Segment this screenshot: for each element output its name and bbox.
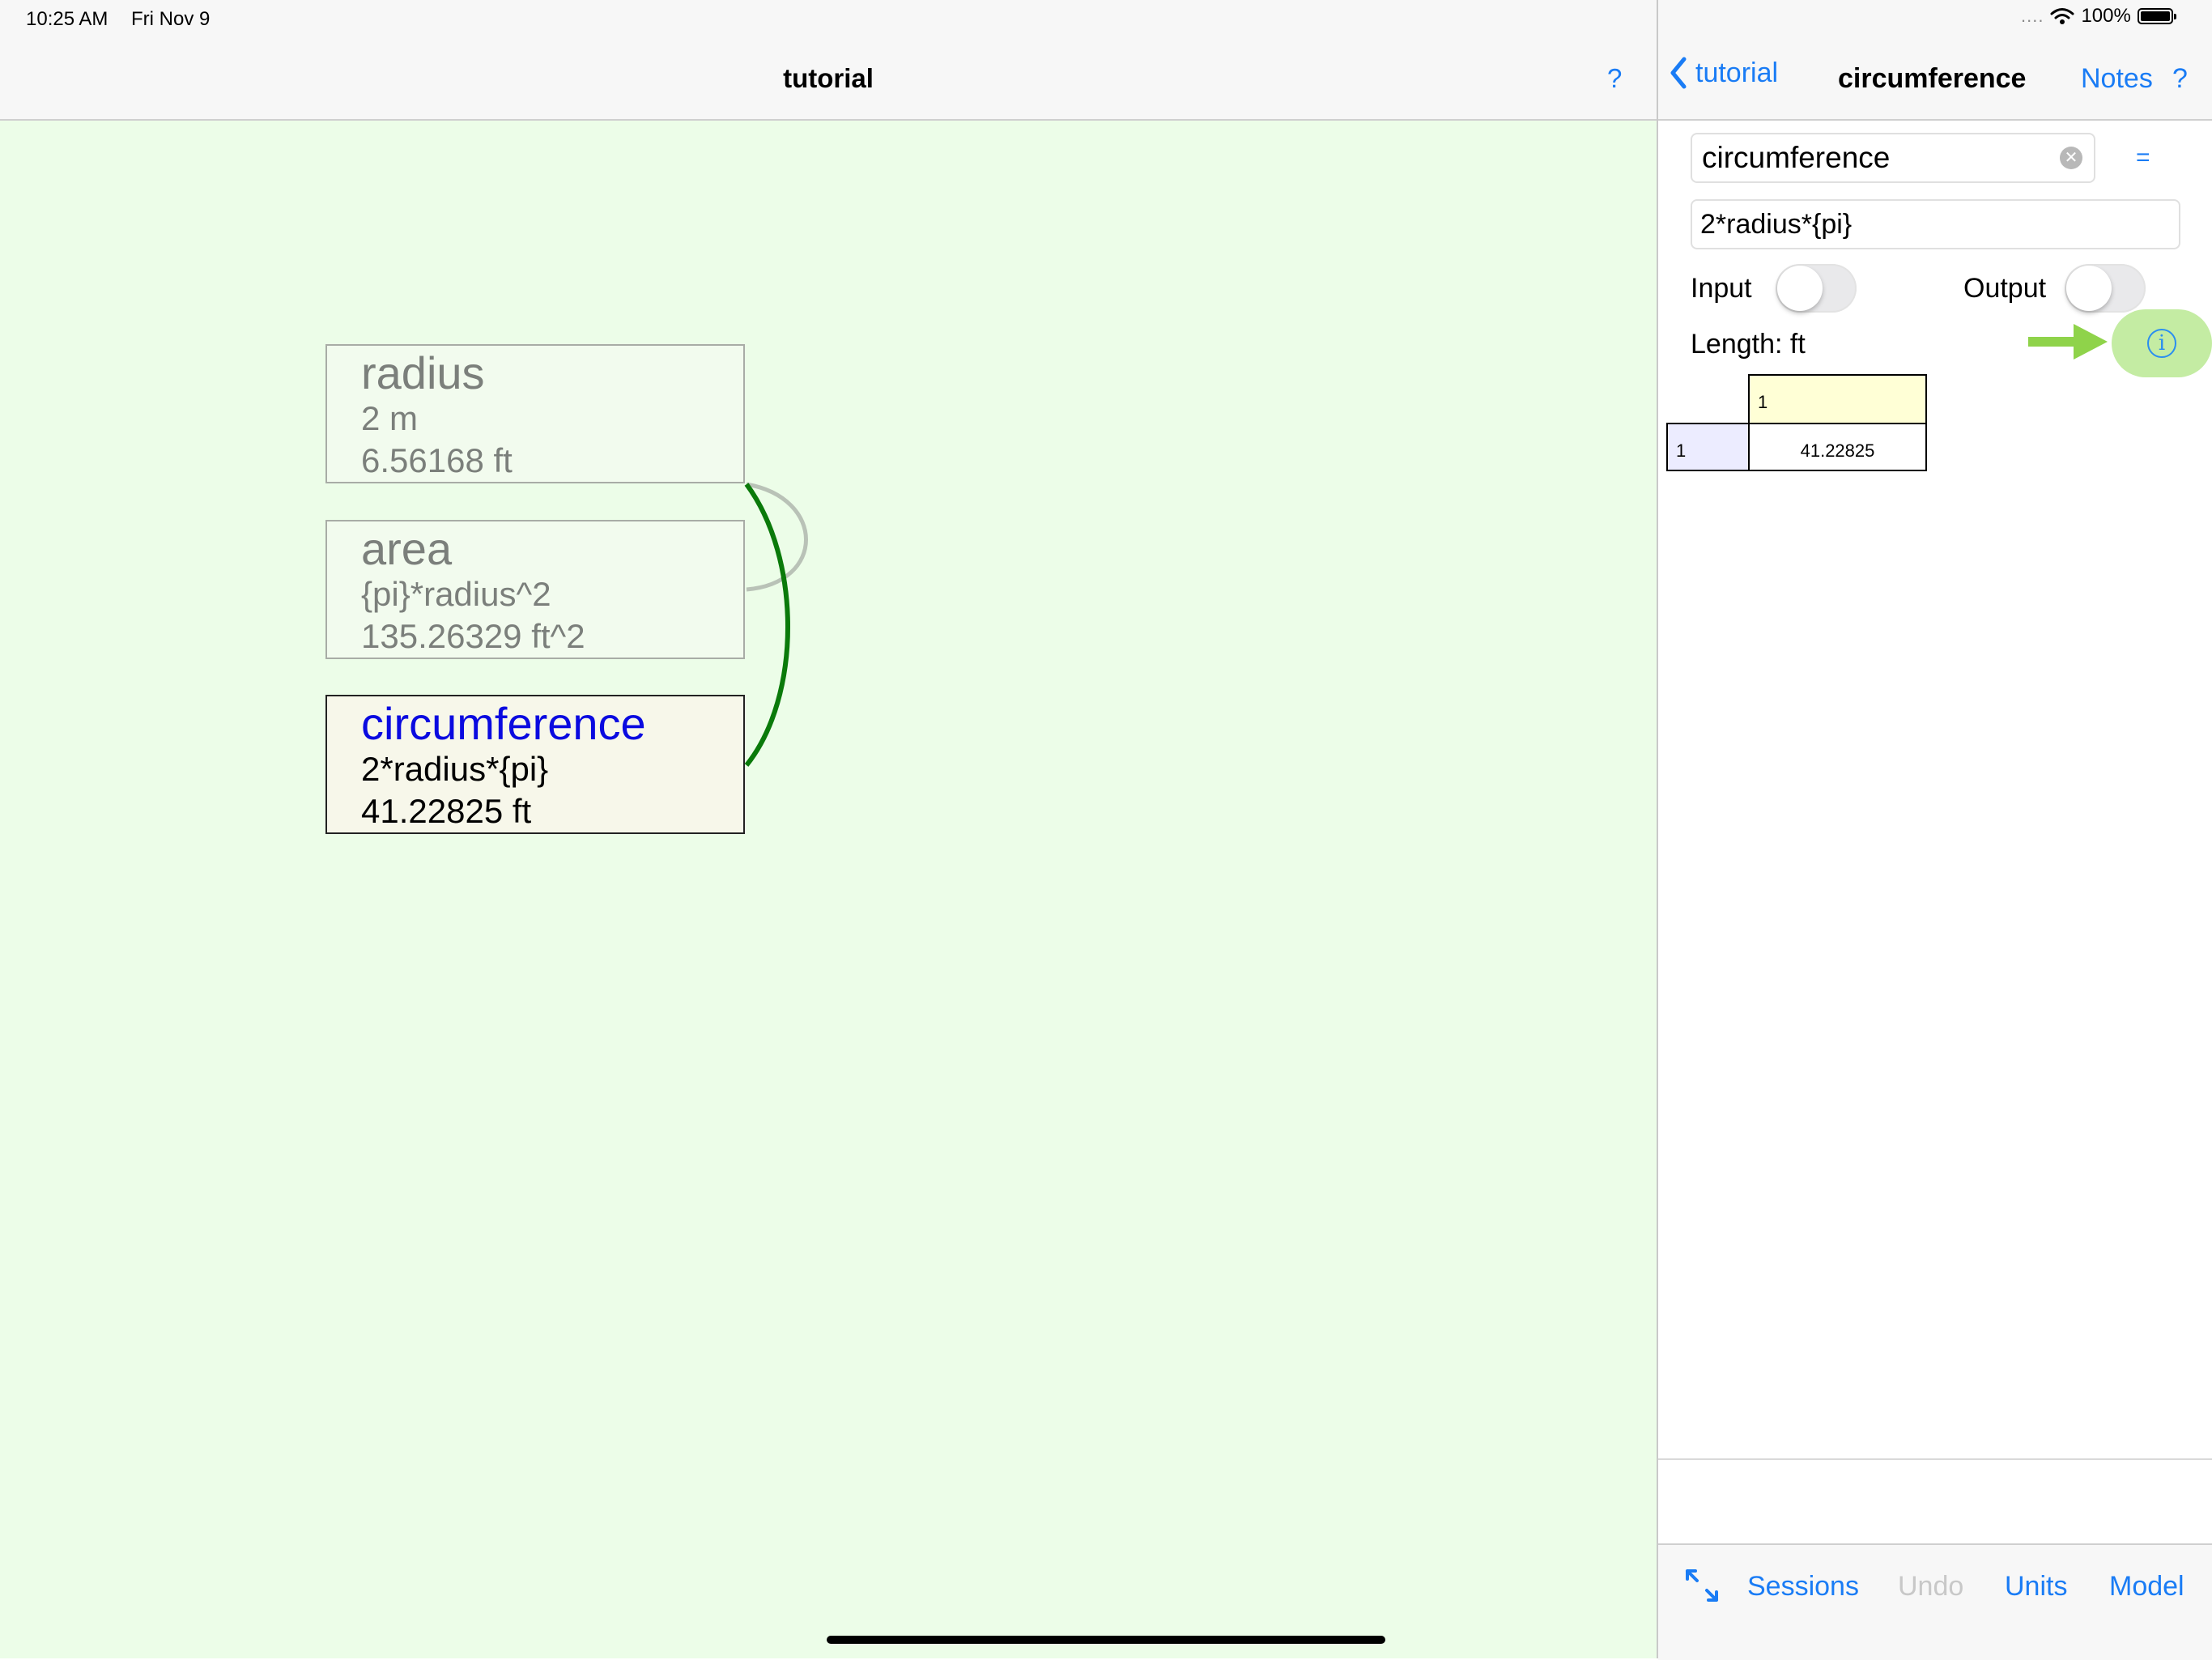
model-button[interactable]: Model: [2109, 1571, 2184, 1603]
node-name: radius: [361, 347, 485, 398]
arrow-right-icon: [2028, 324, 2108, 360]
output-label: Output: [1963, 273, 2047, 304]
page-title: tutorial: [783, 63, 874, 93]
status-indicators: .... 100%: [2021, 5, 2176, 28]
table-column-header: 1: [1748, 374, 1927, 424]
node-formula: {pi}*radius^2: [361, 575, 551, 613]
status-time: 10:25 AM: [26, 8, 108, 30]
notes-button[interactable]: Notes: [2081, 63, 2153, 95]
node-result: 41.22825 ft: [361, 792, 532, 830]
node-circumference[interactable]: circumference 2*radius*{pi} 41.22825 ft: [325, 695, 745, 834]
output-toggle[interactable]: [2065, 264, 2146, 313]
table-value-cell[interactable]: 41.22825: [1748, 423, 1927, 471]
signal-dots: ....: [2021, 6, 2044, 26]
chevron-left-icon: [1670, 57, 1687, 89]
formula-field[interactable]: [1691, 199, 2180, 249]
left-navigation-bar: [0, 0, 1657, 121]
back-button-label: tutorial: [1695, 57, 1779, 88]
node-value: 2 m: [361, 399, 419, 437]
table-row-header: 1: [1666, 423, 1750, 471]
input-toggle[interactable]: [1776, 264, 1857, 313]
unit-label: Length: ft: [1691, 329, 1806, 360]
expand-icon[interactable]: [1682, 1566, 1721, 1605]
units-button[interactable]: Units: [2005, 1571, 2067, 1603]
node-name: circumference: [361, 698, 646, 749]
variable-name-field[interactable]: ✕: [1691, 133, 2095, 183]
help-button[interactable]: ?: [1607, 63, 1622, 94]
input-label: Input: [1691, 273, 1752, 304]
node-name: area: [361, 523, 453, 574]
detail-title: circumference: [1838, 63, 2027, 94]
battery-percentage: 100%: [2081, 5, 2131, 27]
formula-input[interactable]: [1692, 201, 2170, 248]
undo-button[interactable]: Undo: [1898, 1571, 1963, 1603]
status-date: Fri Nov 9: [131, 8, 211, 30]
node-result: 6.56168 ft: [361, 441, 513, 479]
home-indicator[interactable]: [827, 1636, 1385, 1644]
node-radius[interactable]: radius 2 m 6.56168 ft: [325, 344, 745, 483]
node-result: 135.26329 ft^2: [361, 617, 585, 655]
sessions-button[interactable]: Sessions: [1747, 1571, 1859, 1603]
info-icon: i: [2147, 329, 2176, 358]
variable-name-input[interactable]: [1692, 134, 2042, 181]
clear-icon[interactable]: ✕: [2060, 147, 2082, 169]
equals-button[interactable]: =: [2136, 144, 2150, 172]
node-area[interactable]: area {pi}*radius^2 135.26329 ft^2: [325, 520, 745, 659]
wifi-icon: [2050, 8, 2074, 24]
back-button[interactable]: tutorial: [1670, 57, 1778, 89]
info-button[interactable]: i: [2112, 309, 2212, 377]
graph-canvas[interactable]: [0, 0, 1657, 1658]
node-formula: 2*radius*{pi}: [361, 750, 549, 788]
notes-separator: [1658, 1458, 2212, 1460]
battery-icon: [2137, 8, 2176, 24]
detail-help-button[interactable]: ?: [2172, 63, 2188, 95]
